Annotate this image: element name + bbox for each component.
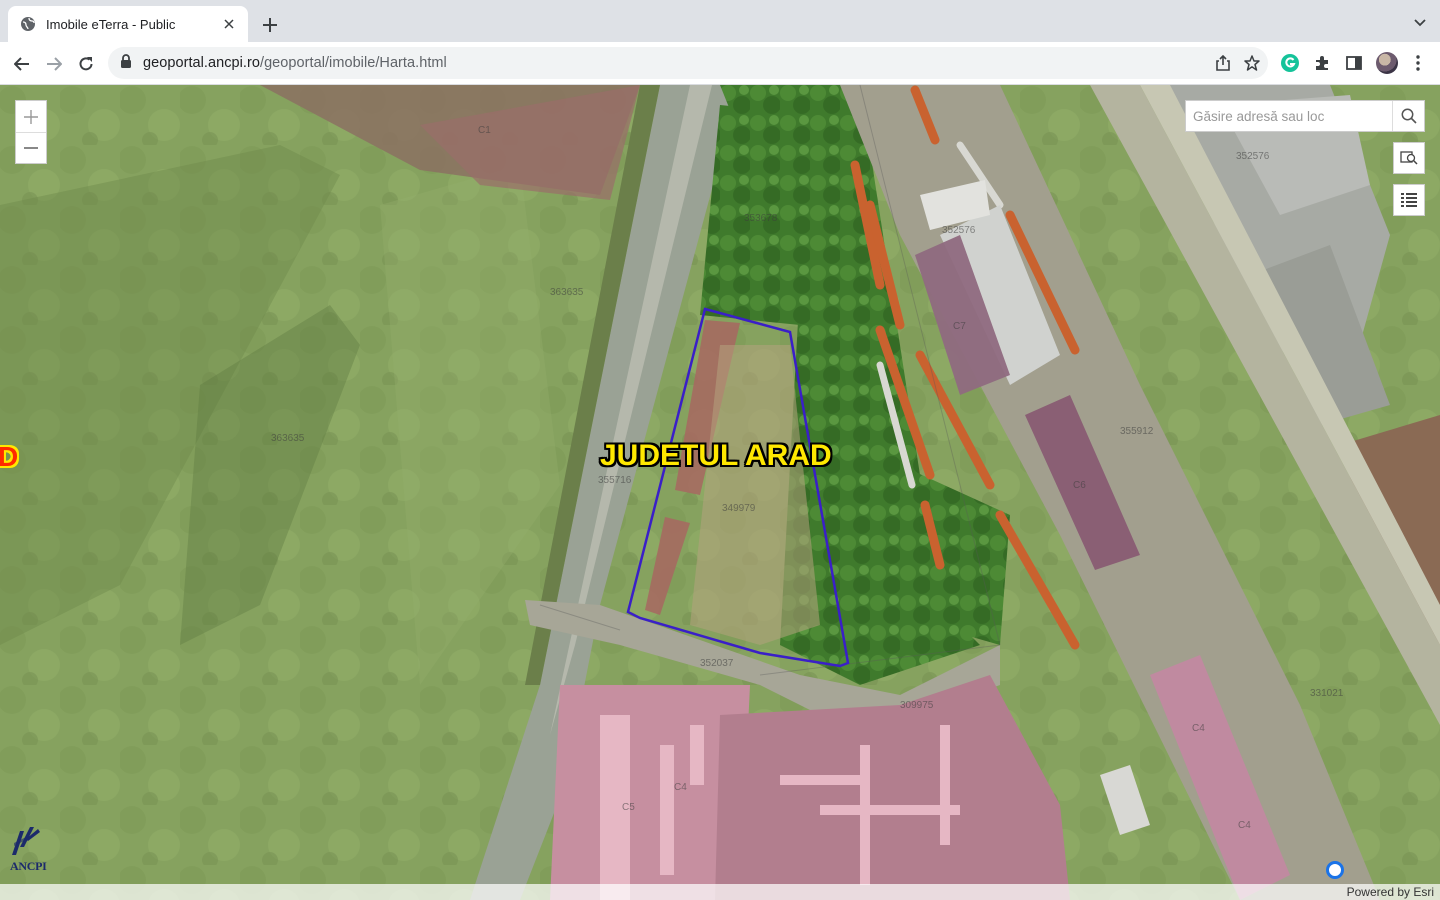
forward-button[interactable] (40, 50, 68, 78)
url-path: /geoportal/imobile/Harta.html (259, 55, 447, 71)
url-host: geoportal.ancpi.ro (143, 55, 260, 71)
building-label: C4 (1238, 820, 1251, 831)
ancpi-logo-text: ANCPI (10, 859, 47, 873)
parcel-number: 352576 (1236, 151, 1270, 162)
address-bar[interactable]: geoportal.ancpi.ro/geoportal/imobile/Har… (108, 47, 1268, 79)
parcel-number: 352576 (942, 225, 976, 236)
county-label-edge: D (0, 441, 19, 472)
parcel-number: 353678 (744, 213, 778, 224)
layers-search-icon (1400, 151, 1418, 165)
parcel-number: 331021 (1310, 688, 1344, 699)
profile-avatar[interactable] (1376, 52, 1398, 74)
esri-attribution: Powered by Esri (1346, 885, 1434, 899)
reload-button[interactable] (72, 50, 100, 78)
map-view[interactable]: 363635 363635 355716 349979 353678 35257… (0, 85, 1440, 900)
attribution-bar: Powered by Esri (0, 884, 1440, 900)
building-label: C4 (1192, 723, 1205, 734)
tab-search-chevron-icon[interactable] (1410, 13, 1430, 33)
building-label: C4 (674, 782, 687, 793)
back-button[interactable] (8, 50, 36, 78)
search-icon (1401, 108, 1417, 124)
building-label: C5 (622, 802, 635, 813)
parcel-number: 349979 (722, 503, 756, 514)
more-menu-icon[interactable] (1407, 52, 1429, 74)
location-indicator[interactable] (1326, 861, 1344, 879)
arrow-right-icon (47, 57, 62, 71)
address-search (1185, 100, 1425, 132)
tab-title: Imobile eTerra - Public (46, 16, 176, 32)
identify-tool-button[interactable] (1393, 142, 1425, 174)
parcel-number: 355716 (598, 475, 632, 486)
satellite-basemap (0, 85, 1440, 900)
globe-icon (20, 16, 36, 32)
county-label: JUDETUL ARAD (600, 439, 832, 472)
building-label: C7 (953, 321, 966, 332)
parcel-number: 363635 (271, 433, 305, 444)
zoom-out-button[interactable] (16, 132, 46, 163)
ancpi-emblem-icon (12, 827, 40, 855)
browser-tab[interactable]: Imobile eTerra - Public (8, 6, 248, 42)
ancpi-logo: ANCPI (8, 825, 64, 883)
parcel-number: 363635 (550, 287, 584, 298)
zoom-controls (15, 100, 47, 164)
reload-icon (79, 57, 93, 71)
grammarly-extension-icon[interactable] (1279, 52, 1301, 74)
new-tab-button[interactable] (258, 13, 282, 37)
zoom-in-button[interactable] (16, 101, 46, 132)
search-button[interactable] (1392, 101, 1424, 131)
bookmark-star-icon[interactable] (1244, 52, 1260, 74)
building-label: C6 (1073, 480, 1086, 491)
tab-strip: Imobile eTerra - Public (0, 0, 1440, 42)
close-tab-icon[interactable] (220, 15, 238, 33)
parcel-number: 309975 (900, 700, 934, 711)
browser-toolbar: geoportal.ancpi.ro/geoportal/imobile/Har… (0, 42, 1440, 85)
legend-button[interactable] (1393, 184, 1425, 216)
building-label: C1 (478, 125, 491, 136)
parcel-number: 355912 (1120, 426, 1154, 437)
list-icon (1401, 193, 1417, 207)
share-icon[interactable] (1216, 52, 1230, 74)
url-text: geoportal.ancpi.ro/geoportal/imobile/Har… (143, 55, 447, 71)
plus-icon (24, 109, 38, 124)
arrow-left-icon (14, 57, 29, 71)
extensions-puzzle-icon[interactable] (1311, 52, 1333, 74)
lock-icon (120, 53, 132, 73)
parcel-number: 352037 (700, 658, 734, 669)
minus-icon (24, 147, 38, 149)
side-panel-icon[interactable] (1343, 52, 1365, 74)
search-input[interactable] (1186, 101, 1392, 131)
